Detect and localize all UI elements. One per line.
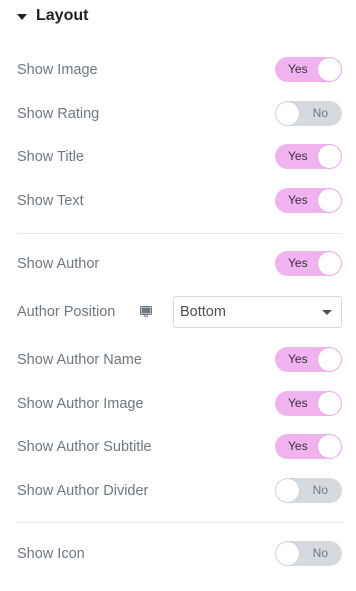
toggle-knob <box>318 189 341 212</box>
toggle-knob <box>318 252 341 275</box>
control-label: Show Author Image <box>17 396 144 412</box>
show-author-subtitle-toggle[interactable]: Yes <box>275 434 342 459</box>
show-image-toggle[interactable]: Yes <box>275 57 342 82</box>
control-show-text: Show Text Yes <box>17 188 342 214</box>
toggle-knob <box>318 392 341 415</box>
control-show-title: Show Title Yes <box>17 144 342 170</box>
control-show-author-subtitle: Show Author Subtitle Yes <box>17 434 342 460</box>
toggle-state-text: Yes <box>288 352 308 366</box>
control-label: Show Image <box>17 62 98 78</box>
toggle-state-text: Yes <box>288 396 308 410</box>
control-label: Author Position <box>17 304 116 320</box>
control-label: Show Author <box>17 256 100 272</box>
toggle-state-text: No <box>312 483 328 497</box>
toggle-knob <box>276 479 299 502</box>
desktop-icon[interactable] <box>140 306 152 318</box>
show-author-divider-toggle[interactable]: No <box>275 478 342 503</box>
show-rating-toggle[interactable]: No <box>275 101 342 126</box>
author-position-select[interactable]: Bottom <box>173 296 342 328</box>
control-label: Show Author Subtitle <box>17 439 152 455</box>
control-label: Show Rating <box>17 106 100 122</box>
toggle-knob <box>318 435 341 458</box>
toggle-knob <box>318 58 341 81</box>
control-show-icon: Show Icon No <box>17 541 342 567</box>
control-show-author-divider: Show Author Divider No <box>17 478 342 504</box>
control-show-author-image: Show Author Image Yes <box>17 391 342 417</box>
control-author-position: Author Position Bottom <box>17 296 342 328</box>
control-show-image: Show Image Yes <box>17 57 342 83</box>
chevron-down-icon <box>322 310 332 315</box>
control-show-author: Show Author Yes <box>17 251 342 277</box>
control-label: Show Author Name <box>17 352 142 368</box>
show-title-toggle[interactable]: Yes <box>275 144 342 169</box>
show-text-toggle[interactable]: Yes <box>275 188 342 213</box>
control-label: Show Author Divider <box>17 483 149 499</box>
control-label: Show Text <box>17 193 84 209</box>
control-label: Show Icon <box>17 546 85 562</box>
select-value: Bottom <box>180 304 226 320</box>
section-divider <box>17 522 342 523</box>
toggle-knob <box>276 102 299 125</box>
toggle-state-text: Yes <box>288 149 308 163</box>
show-author-name-toggle[interactable]: Yes <box>275 347 342 372</box>
control-show-author-name: Show Author Name Yes <box>17 347 342 373</box>
section-divider <box>17 233 342 234</box>
toggle-knob <box>318 145 341 168</box>
toggle-knob <box>276 542 299 565</box>
caret-down-icon <box>17 13 27 20</box>
toggle-state-text: Yes <box>288 439 308 453</box>
toggle-state-text: Yes <box>288 193 308 207</box>
toggle-state-text: No <box>312 106 328 120</box>
toggle-knob <box>318 348 341 371</box>
toggle-state-text: No <box>312 546 328 560</box>
toggle-state-text: Yes <box>288 62 308 76</box>
show-author-image-toggle[interactable]: Yes <box>275 391 342 416</box>
control-show-rating: Show Rating No <box>17 101 342 127</box>
show-author-toggle[interactable]: Yes <box>275 251 342 276</box>
control-label: Show Title <box>17 149 84 165</box>
section-header-layout[interactable]: Layout <box>17 4 88 28</box>
show-icon-toggle[interactable]: No <box>275 541 342 566</box>
section-title: Layout <box>36 7 89 24</box>
toggle-state-text: Yes <box>288 256 308 270</box>
